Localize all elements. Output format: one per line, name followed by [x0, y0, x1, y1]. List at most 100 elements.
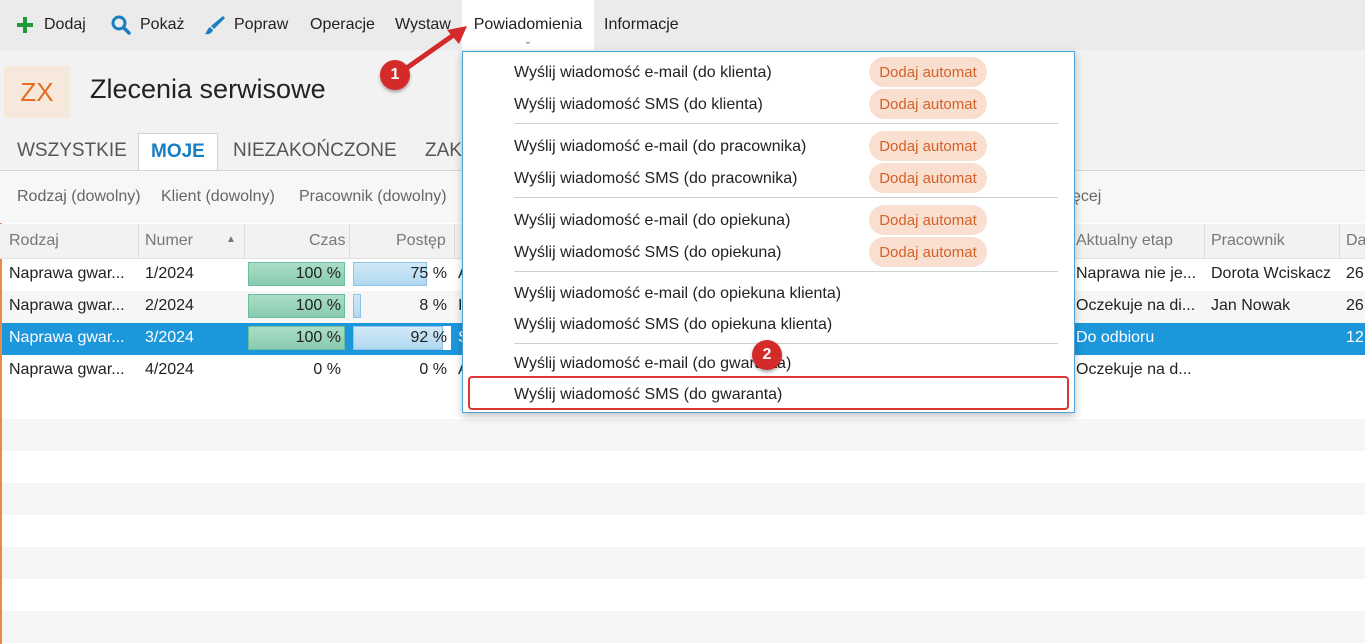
menu-item-email-guarantor[interactable]: Wyślij wiadomość e-mail (do gwaranta) — [514, 355, 791, 373]
cell-type: Naprawa gwar... — [9, 361, 125, 378]
time-value: 100 % — [295, 265, 341, 282]
column-separator — [349, 224, 350, 258]
column-number[interactable]: Numer — [145, 232, 193, 250]
cell-number: 4/2024 — [145, 361, 194, 378]
menu-item-email-guardian[interactable]: Wyślij wiadomość e-mail (do opiekuna) — [514, 212, 790, 230]
add-automation-button[interactable]: Dodaj automat — [869, 57, 987, 87]
highlight-box — [468, 376, 1069, 410]
progress-bar: 8 % — [353, 294, 451, 318]
empty-row — [2, 483, 1365, 515]
time-bar: 0 % — [248, 358, 345, 382]
column-date[interactable]: Da — [1346, 232, 1365, 250]
chevron-down-icon: ⌄ — [523, 36, 533, 47]
menu-separator — [514, 123, 1058, 124]
edit-button[interactable]: Popraw — [204, 0, 288, 50]
empty-row — [2, 611, 1365, 643]
time-value: 100 % — [295, 329, 341, 346]
column-separator — [244, 224, 245, 258]
filter-client[interactable]: Klient (dowolny) — [161, 188, 275, 206]
filter-more[interactable]: ęcej — [1072, 188, 1101, 206]
page-title: Zlecenia serwisowe — [90, 74, 326, 104]
cell-type: Naprawa gwar... — [9, 329, 125, 346]
menu-item-email-client-guardian[interactable]: Wyślij wiadomość e-mail (do opiekuna kli… — [514, 285, 841, 303]
time-value: 0 % — [313, 361, 341, 378]
progress-value: 0 % — [419, 361, 447, 378]
add-button[interactable]: Dodaj — [14, 0, 86, 50]
add-automation-button[interactable]: Dodaj automat — [869, 205, 987, 235]
step-marker-2: 2 — [752, 340, 782, 370]
cell-date: 26 — [1346, 297, 1364, 314]
cell-number: 2/2024 — [145, 297, 194, 314]
progress-bar: 75 % — [353, 262, 451, 286]
operations-menu[interactable]: Operacje — [310, 0, 375, 50]
filter-type[interactable]: Rodzaj (dowolny) — [17, 188, 141, 206]
tab-mine[interactable]: MOJE — [138, 133, 218, 170]
menu-separator — [514, 343, 1058, 344]
column-employee[interactable]: Pracownik — [1211, 232, 1285, 250]
menu-separator — [514, 197, 1058, 198]
filter-employee[interactable]: Pracownik (dowolny) — [299, 188, 447, 206]
progress-bar: 92 % — [353, 326, 451, 350]
cell-date: 12 — [1346, 329, 1364, 346]
progress-bar-fill — [353, 294, 361, 318]
information-menu[interactable]: Informacje — [604, 0, 679, 50]
notifications-menu[interactable]: Powiadomienia ⌄ — [462, 0, 594, 50]
cell-number: 1/2024 — [145, 265, 194, 282]
progress-value: 92 % — [410, 329, 447, 346]
plus-icon — [14, 14, 36, 36]
time-value: 100 % — [295, 297, 341, 314]
time-bar: 100 % — [248, 294, 345, 318]
progress-value: 8 % — [419, 297, 447, 314]
menu-item-sms-employee[interactable]: Wyślij wiadomość SMS (do pracownika) — [514, 170, 798, 188]
column-progress[interactable]: Postęp — [396, 232, 446, 250]
column-separator — [1339, 224, 1340, 258]
information-label: Informacje — [604, 16, 679, 33]
add-automation-button[interactable]: Dodaj automat — [869, 237, 987, 267]
operations-label: Operacje — [310, 16, 375, 33]
cell-type: Naprawa gwar... — [9, 297, 125, 314]
tab-unfinished[interactable]: NIEZAKOŃCZONE — [233, 133, 397, 169]
brush-icon — [204, 14, 226, 36]
show-button[interactable]: Pokaż — [110, 0, 184, 50]
cell-employee: Dorota Wciskacz — [1211, 265, 1332, 282]
column-type[interactable]: Rodzaj — [9, 232, 59, 250]
time-bar: 100 % — [248, 326, 345, 350]
cell-number: 3/2024 — [145, 329, 194, 346]
menu-item-sms-guardian[interactable]: Wyślij wiadomość SMS (do opiekuna) — [514, 244, 782, 262]
column-time[interactable]: Czas — [309, 232, 345, 250]
menu-separator — [514, 271, 1058, 272]
cell-date: 26 — [1346, 265, 1364, 282]
menu-item-sms-client-guardian[interactable]: Wyślij wiadomość SMS (do opiekuna klient… — [514, 316, 832, 334]
sort-asc-icon: ▲ — [226, 234, 236, 245]
menu-item-sms-client[interactable]: Wyślij wiadomość SMS (do klienta) — [514, 96, 763, 114]
notifications-label: Powiadomienia — [473, 16, 583, 33]
column-separator — [454, 224, 455, 258]
module-logo: ZX — [4, 66, 70, 118]
cell-stage: Naprawa nie je... — [1076, 265, 1197, 282]
column-separator — [138, 224, 139, 258]
step-marker-1: 1 — [380, 60, 410, 90]
add-automation-button[interactable]: Dodaj automat — [869, 131, 987, 161]
time-bar: 100 % — [248, 262, 345, 286]
toolbar: Dodaj Pokaż Popraw Operacje Wystaw Powia… — [0, 0, 1365, 50]
add-automation-button[interactable]: Dodaj automat — [869, 163, 987, 193]
search-icon — [110, 14, 132, 36]
menu-item-email-employee[interactable]: Wyślij wiadomość e-mail (do pracownika) — [514, 138, 806, 156]
add-label: Dodaj — [44, 16, 86, 33]
empty-row — [2, 419, 1365, 451]
cell-stage: Oczekuje na di... — [1076, 297, 1196, 314]
empty-row — [2, 547, 1365, 579]
show-label: Pokaż — [140, 16, 185, 33]
column-stage[interactable]: Aktualny etap — [1076, 232, 1173, 250]
tab-all[interactable]: WSZYSTKIE — [17, 133, 127, 169]
column-separator — [1204, 224, 1205, 258]
cell-stage: Oczekuje na d... — [1076, 361, 1192, 378]
cell-type: Naprawa gwar... — [9, 265, 125, 282]
edit-label: Popraw — [234, 16, 289, 33]
add-automation-button[interactable]: Dodaj automat — [869, 89, 987, 119]
progress-bar: 0 % — [353, 358, 451, 382]
progress-value: 75 % — [410, 265, 447, 282]
menu-item-email-client[interactable]: Wyślij wiadomość e-mail (do klienta) — [514, 64, 772, 82]
cell-employee: Jan Nowak — [1211, 297, 1291, 314]
cell-stage: Do odbioru — [1076, 329, 1155, 346]
